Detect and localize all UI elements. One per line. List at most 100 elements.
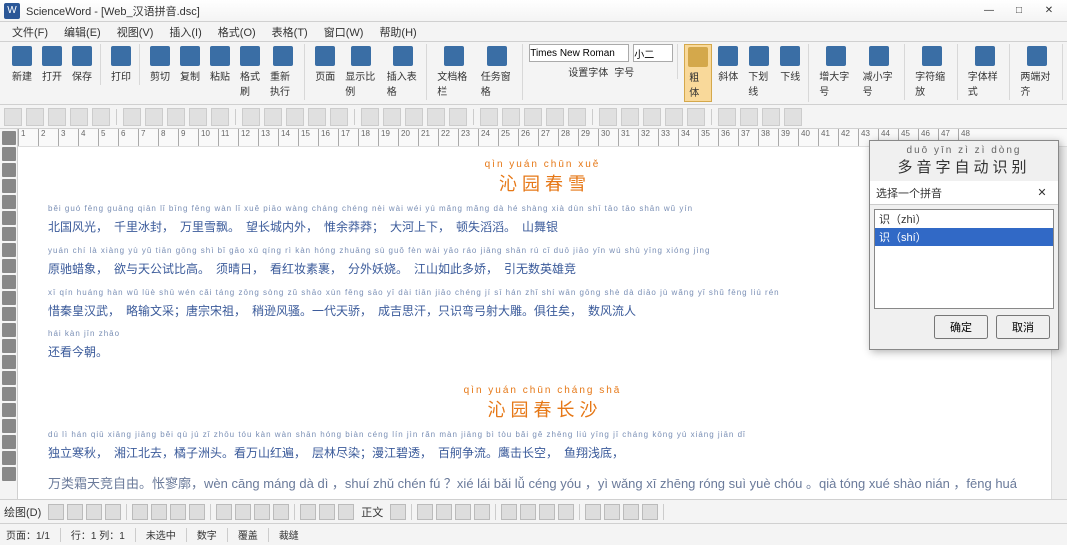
bottombar-btn-6[interactable] bbox=[170, 504, 186, 520]
toolbar2-btn-5[interactable] bbox=[123, 108, 141, 126]
pinyin-option-1[interactable]: 识（shí） bbox=[875, 228, 1053, 246]
toolbar2-btn-8[interactable] bbox=[189, 108, 207, 126]
toolbar2-btn-25[interactable] bbox=[599, 108, 617, 126]
menu-item-1[interactable]: 编辑(E) bbox=[56, 22, 109, 42]
bottombar-btn-14[interactable] bbox=[338, 504, 354, 520]
menu-item-3[interactable]: 插入(I) bbox=[161, 22, 209, 42]
bottombar-btn-26[interactable] bbox=[623, 504, 639, 520]
menu-item-6[interactable]: 窗口(W) bbox=[316, 22, 372, 42]
toolbar2-btn-33[interactable] bbox=[784, 108, 802, 126]
format-brush-button[interactable]: 格式刷 bbox=[236, 44, 264, 100]
maximize-button[interactable]: □ bbox=[1005, 2, 1033, 20]
bottombar-btn-9[interactable] bbox=[235, 504, 251, 520]
dialog-ok-button[interactable]: 确定 bbox=[934, 315, 988, 339]
bottombar-btn-12[interactable] bbox=[300, 504, 316, 520]
char-spacing-button[interactable]: 字符缩放 bbox=[911, 44, 953, 100]
close-button[interactable]: ✕ bbox=[1035, 2, 1063, 20]
bottombar-btn-23[interactable] bbox=[558, 504, 574, 520]
justify-button[interactable]: 两端对齐 bbox=[1016, 44, 1058, 100]
italic-button[interactable]: 斜体 bbox=[714, 44, 742, 102]
underline2-button[interactable]: 下线 bbox=[776, 44, 804, 102]
toolbar2-btn-21[interactable] bbox=[502, 108, 520, 126]
toolbar2-btn-20[interactable] bbox=[480, 108, 498, 126]
menu-item-0[interactable]: 文件(F) bbox=[4, 22, 56, 42]
menu-item-2[interactable]: 视图(V) bbox=[109, 22, 162, 42]
left-tool-10[interactable] bbox=[2, 291, 16, 305]
minimize-button[interactable]: — bbox=[975, 2, 1003, 20]
left-tool-14[interactable] bbox=[2, 355, 16, 369]
left-tool-6[interactable] bbox=[2, 227, 16, 241]
bottombar-btn-22[interactable] bbox=[539, 504, 555, 520]
print-button[interactable]: 打印 bbox=[107, 44, 135, 85]
new-button[interactable]: 新建 bbox=[8, 44, 36, 85]
left-tool-21[interactable] bbox=[2, 467, 16, 481]
left-tool-9[interactable] bbox=[2, 275, 16, 289]
left-tool-11[interactable] bbox=[2, 307, 16, 321]
left-tool-15[interactable] bbox=[2, 371, 16, 385]
bottombar-btn-10[interactable] bbox=[254, 504, 270, 520]
toolbar2-btn-6[interactable] bbox=[145, 108, 163, 126]
bottombar-btn-20[interactable] bbox=[501, 504, 517, 520]
toolbar2-btn-23[interactable] bbox=[546, 108, 564, 126]
bottombar-btn-13[interactable] bbox=[319, 504, 335, 520]
bottombar-btn-15[interactable] bbox=[390, 504, 406, 520]
doc-format-button[interactable]: 文档格栏 bbox=[433, 44, 474, 100]
bottombar-btn-1[interactable] bbox=[67, 504, 83, 520]
toolbar2-btn-16[interactable] bbox=[383, 108, 401, 126]
left-tool-7[interactable] bbox=[2, 243, 16, 257]
toolbar2-btn-31[interactable] bbox=[740, 108, 758, 126]
toolbar2-btn-24[interactable] bbox=[568, 108, 586, 126]
increase-font-button[interactable]: 增大字号 bbox=[815, 44, 856, 100]
toolbar2-btn-12[interactable] bbox=[286, 108, 304, 126]
bottombar-btn-0[interactable] bbox=[48, 504, 64, 520]
toolbar2-btn-26[interactable] bbox=[621, 108, 639, 126]
toolbar2-btn-19[interactable] bbox=[449, 108, 467, 126]
toolbar2-btn-29[interactable] bbox=[687, 108, 705, 126]
font-style-button[interactable]: 字体样式 bbox=[964, 44, 1006, 100]
toolbar2-btn-3[interactable] bbox=[70, 108, 88, 126]
bottombar-btn-18[interactable] bbox=[455, 504, 471, 520]
toolbar2-btn-10[interactable] bbox=[242, 108, 260, 126]
left-tool-16[interactable] bbox=[2, 387, 16, 401]
left-tool-13[interactable] bbox=[2, 339, 16, 353]
left-tool-20[interactable] bbox=[2, 451, 16, 465]
cut-button[interactable]: 剪切 bbox=[146, 44, 174, 100]
menu-item-7[interactable]: 帮助(H) bbox=[371, 22, 424, 42]
underline-button[interactable]: 下划线 bbox=[744, 44, 774, 102]
redo-button[interactable]: 重新执行 bbox=[266, 44, 300, 100]
bottombar-btn-2[interactable] bbox=[86, 504, 102, 520]
toolbar2-btn-2[interactable] bbox=[48, 108, 66, 126]
bottombar-btn-27[interactable] bbox=[642, 504, 658, 520]
toolbar2-btn-30[interactable] bbox=[718, 108, 736, 126]
toolbar2-btn-28[interactable] bbox=[665, 108, 683, 126]
menu-item-4[interactable]: 格式(O) bbox=[210, 22, 264, 42]
toolbar2-btn-32[interactable] bbox=[762, 108, 780, 126]
dialog-close-button[interactable]: ✕ bbox=[1032, 186, 1052, 199]
decrease-font-button[interactable]: 减小字号 bbox=[859, 44, 900, 100]
left-tool-19[interactable] bbox=[2, 435, 16, 449]
zoom-button[interactable]: 显示比例 bbox=[341, 44, 380, 100]
toolbar2-btn-18[interactable] bbox=[427, 108, 445, 126]
fontsize-select[interactable] bbox=[633, 44, 673, 62]
open-button[interactable]: 打开 bbox=[38, 44, 66, 85]
bottombar-btn-17[interactable] bbox=[436, 504, 452, 520]
toolbar2-btn-15[interactable] bbox=[361, 108, 379, 126]
left-tool-12[interactable] bbox=[2, 323, 16, 337]
bottombar-btn-5[interactable] bbox=[151, 504, 167, 520]
pinyin-listbox[interactable]: 识（zhì）识（shí） bbox=[874, 209, 1054, 309]
bottombar-btn-21[interactable] bbox=[520, 504, 536, 520]
bottombar-btn-19[interactable] bbox=[474, 504, 490, 520]
toolbar2-btn-11[interactable] bbox=[264, 108, 282, 126]
toolbar2-btn-7[interactable] bbox=[167, 108, 185, 126]
bottombar-btn-3[interactable] bbox=[105, 504, 121, 520]
paste-button[interactable]: 粘贴 bbox=[206, 44, 234, 100]
bottombar-btn-4[interactable] bbox=[132, 504, 148, 520]
bottombar-btn-16[interactable] bbox=[417, 504, 433, 520]
left-tool-2[interactable] bbox=[2, 163, 16, 177]
menu-item-5[interactable]: 表格(T) bbox=[264, 22, 316, 42]
toolbar2-btn-17[interactable] bbox=[405, 108, 423, 126]
toolbar2-btn-9[interactable] bbox=[211, 108, 229, 126]
save-button[interactable]: 保存 bbox=[68, 44, 96, 85]
bold-button[interactable]: 粗体 bbox=[684, 44, 712, 102]
left-tool-1[interactable] bbox=[2, 147, 16, 161]
